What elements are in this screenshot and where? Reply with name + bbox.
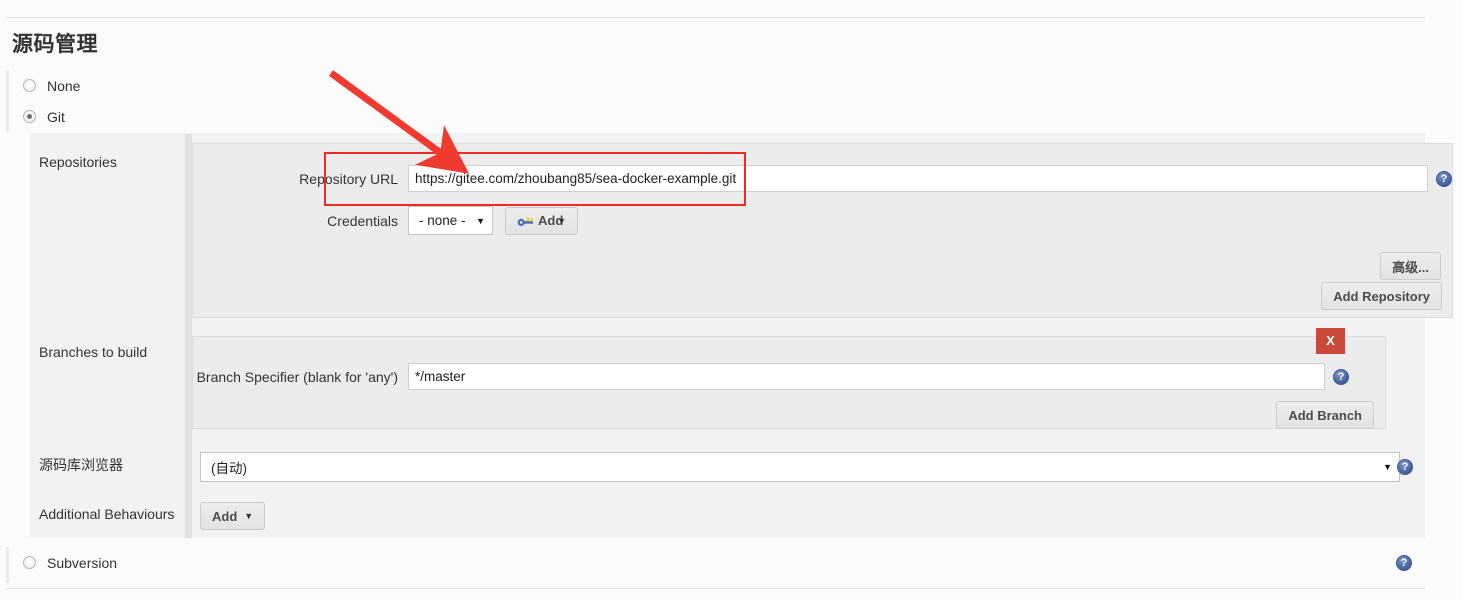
branches-body: Branch Specifier (blank for 'any') ? Add… bbox=[185, 327, 1425, 442]
scm-option-git-label: Git bbox=[47, 108, 65, 125]
repositories-label: Repositories bbox=[39, 154, 117, 170]
additional-behaviours-body: Add ▼ bbox=[185, 492, 1425, 538]
scm-option-none-label: None bbox=[47, 77, 81, 94]
credentials-select[interactable]: - none - ▼ bbox=[408, 206, 493, 235]
branch-specifier-input[interactable] bbox=[408, 363, 1325, 390]
credentials-select-value: - none - bbox=[419, 213, 466, 228]
branch-panel: Branch Specifier (blank for 'any') ? Add… bbox=[192, 328, 1386, 429]
add-branch-row: Add Branch bbox=[1276, 401, 1374, 429]
add-repository-button[interactable]: Add Repository bbox=[1321, 282, 1442, 310]
repository-url-input[interactable] bbox=[408, 165, 1428, 192]
branches-label: Branches to build bbox=[39, 344, 148, 360]
chevron-down-icon-add-credentials: ▼ bbox=[557, 215, 567, 226]
additional-behaviours-label: Additional Behaviours bbox=[39, 506, 175, 522]
chevron-down-icon-repository-browser: ▼ bbox=[1383, 462, 1392, 472]
delete-branch-button[interactable]: X bbox=[1316, 328, 1345, 354]
scm-option-subversion[interactable]: Subversion bbox=[9, 547, 1425, 578]
page-title: 源码管理 bbox=[12, 33, 98, 56]
key-icon bbox=[517, 215, 534, 227]
radio-none[interactable] bbox=[23, 79, 36, 92]
repository-browser-body: (自动) ▼ ? bbox=[185, 442, 1425, 492]
branch-specifier-label: Branch Specifier (blank for 'any') bbox=[196, 368, 398, 385]
additional-behaviours-add-button[interactable]: Add ▼ bbox=[200, 502, 266, 530]
repositories-row: Repositories Repository URL ? Credential… bbox=[30, 134, 1453, 327]
add-branch-button[interactable]: Add Branch bbox=[1276, 401, 1374, 429]
chevron-down-icon-credentials: ▼ bbox=[476, 215, 485, 226]
repositories-body: Repository URL ? Credentials - none - ▼ bbox=[185, 134, 1463, 327]
advanced-row: 高级... bbox=[1380, 252, 1441, 280]
additional-behaviours-row: Additional Behaviours Add ▼ bbox=[30, 492, 1425, 538]
repository-url-label: Repository URL bbox=[299, 170, 398, 187]
credentials-row: Credentials - none - ▼ Add ▼ bbox=[193, 192, 1452, 235]
help-icon-repository-url[interactable]: ? bbox=[1436, 170, 1452, 187]
scm-option-git[interactable]: Git bbox=[9, 101, 1425, 132]
credentials-label: Credentials bbox=[327, 212, 398, 229]
repository-browser-select[interactable]: (自动) ▼ bbox=[200, 452, 1400, 482]
git-config-block: Repositories Repository URL ? Credential… bbox=[30, 133, 1453, 538]
help-icon-repository-browser[interactable]: ? bbox=[1397, 459, 1413, 475]
scm-radio-group-bottom: Subversion ? bbox=[6, 547, 1425, 583]
branch-specifier-row: Branch Specifier (blank for 'any') ? bbox=[193, 337, 1385, 390]
radio-git[interactable] bbox=[23, 110, 36, 123]
bottom-divider bbox=[6, 588, 1425, 589]
help-icon-branch-specifier[interactable]: ? bbox=[1333, 368, 1349, 385]
radio-subversion[interactable] bbox=[23, 556, 36, 569]
repository-panel: Repository URL ? Credentials - none - ▼ bbox=[192, 143, 1453, 318]
repository-url-row: Repository URL ? bbox=[193, 144, 1452, 192]
add-credentials-button[interactable]: Add ▼ bbox=[505, 206, 579, 235]
help-icon-subversion[interactable]: ? bbox=[1396, 555, 1412, 571]
scm-radio-group: None Git bbox=[6, 70, 1425, 132]
scm-option-subversion-label: Subversion bbox=[47, 554, 118, 571]
repository-browser-label: 源码库浏览器 bbox=[39, 457, 123, 473]
additional-behaviours-add-label: Add bbox=[212, 508, 238, 524]
repository-browser-row: 源码库浏览器 (自动) ▼ ? bbox=[30, 442, 1425, 492]
advanced-button[interactable]: 高级... bbox=[1380, 252, 1441, 280]
chevron-down-icon-additional-behaviours: ▼ bbox=[244, 511, 254, 521]
repository-browser-select-value: (自动) bbox=[211, 461, 247, 476]
branches-row: Branches to build Branch Specifier (blan… bbox=[30, 327, 1425, 442]
add-repository-row: Add Repository bbox=[1321, 282, 1442, 310]
scm-option-none[interactable]: None bbox=[9, 70, 1425, 101]
top-divider bbox=[6, 17, 1425, 18]
